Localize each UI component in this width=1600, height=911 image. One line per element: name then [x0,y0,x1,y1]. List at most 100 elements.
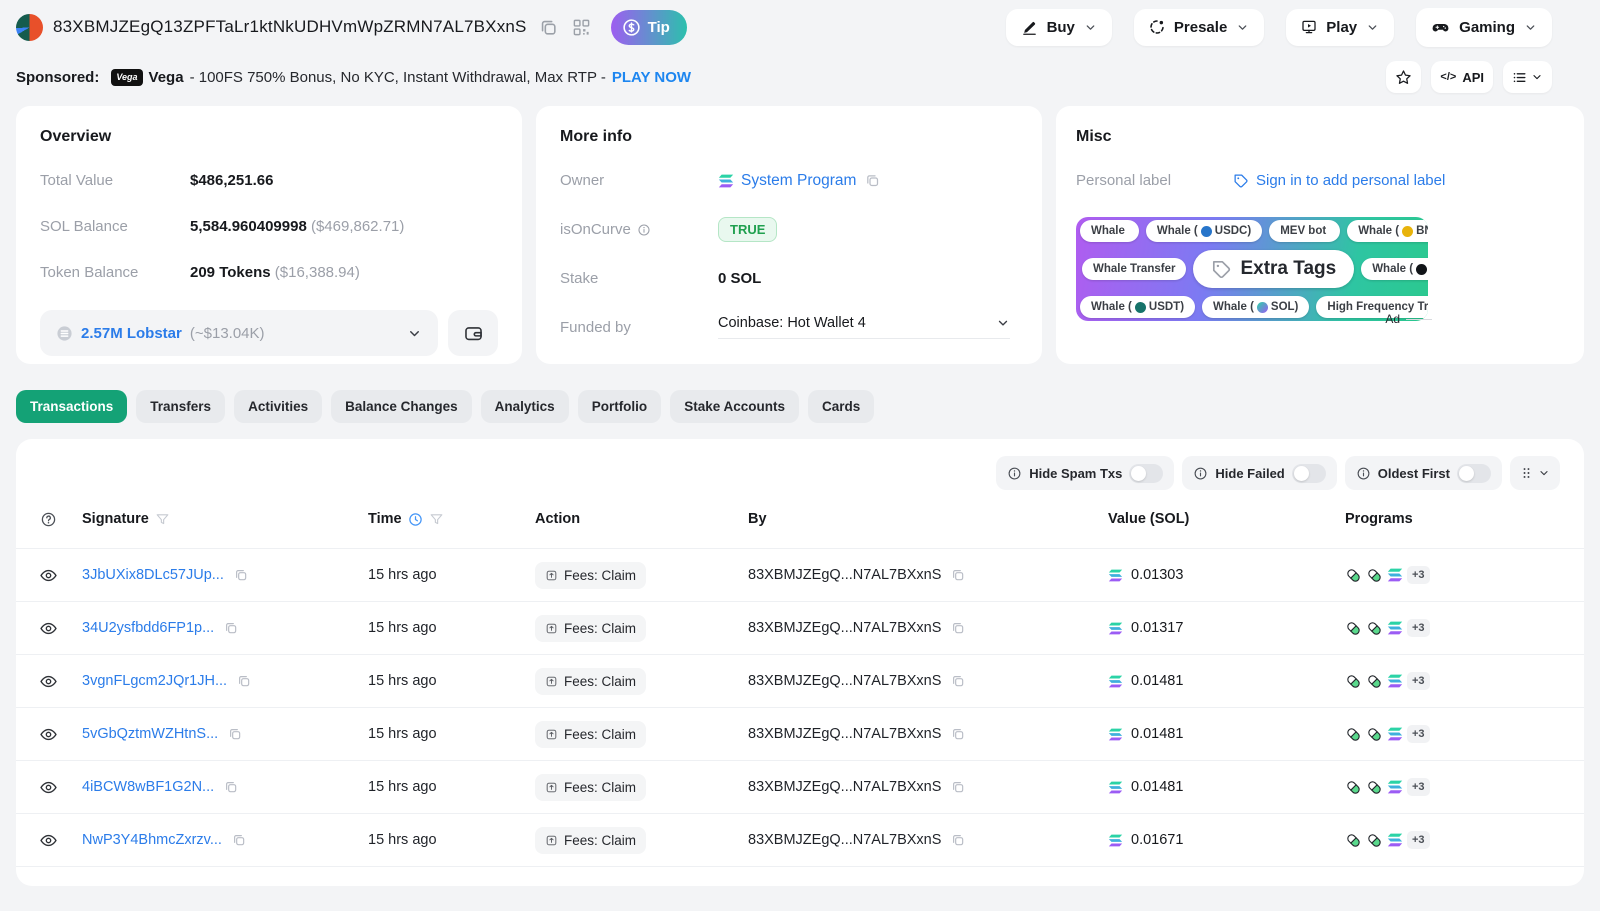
api-button[interactable]: </> API [1431,61,1493,93]
nav-gaming-button[interactable]: Gaming [1416,8,1552,47]
tab-balance-changes[interactable]: Balance Changes [331,390,472,423]
signature-link[interactable]: 4iBCW8wBF1G2N... [82,779,214,795]
pump-program-icon[interactable] [1345,726,1362,743]
copy-icon[interactable] [949,672,967,690]
signature-link[interactable]: 34U2ysfbdd6FP1p... [82,620,214,636]
tab-cards[interactable]: Cards [808,390,874,423]
copy-icon[interactable] [949,831,967,849]
favorite-button[interactable] [1386,61,1421,93]
col-by: By [748,511,1108,527]
copy-icon[interactable] [949,778,967,796]
pump-program-icon[interactable] [1366,779,1383,796]
copy-icon[interactable] [222,619,240,637]
extra-tags-ad-banner[interactable]: Whale Whale (USDC) MEV bot Whale (BNSOL)… [1076,217,1428,321]
preview-eye-icon[interactable] [40,779,57,796]
tip-button[interactable]: Tip [611,10,687,45]
solana-program-icon[interactable] [1387,568,1403,582]
copy-icon[interactable] [230,831,248,849]
table-row: 3JbUXix8DLc57JUp... 15 hrs ago Fees: Cla… [16,548,1584,601]
tab-portfolio[interactable]: Portfolio [578,390,662,423]
help-icon[interactable] [40,511,82,528]
more-programs-badge[interactable]: +3 [1407,831,1430,849]
info-icon [1356,466,1371,481]
nav-buy-button[interactable]: Buy [1006,9,1112,46]
solana-program-icon[interactable] [1387,833,1403,847]
copy-icon[interactable] [863,171,882,190]
pump-program-icon[interactable] [1366,620,1383,637]
more-programs-badge[interactable]: +3 [1407,778,1430,796]
col-signature: Signature [82,511,149,527]
col-value: Value (SOL) [1108,511,1345,527]
hide-failed-toggle[interactable]: Hide Failed [1182,456,1336,490]
oldest-first-toggle[interactable]: Oldest First [1345,456,1502,490]
pump-program-icon[interactable] [1345,673,1362,690]
preview-eye-icon[interactable] [40,620,57,637]
nav-presale-button[interactable]: Presale [1134,9,1264,46]
owner-link[interactable]: System Program [741,172,856,190]
copy-icon[interactable] [949,725,967,743]
copy-icon[interactable] [949,566,967,584]
pump-program-icon[interactable] [1345,832,1362,849]
filter-icon[interactable] [155,512,170,527]
pump-program-icon[interactable] [1345,620,1362,637]
signature-link[interactable]: 3vgnFLgcm2JQr1JH... [82,673,227,689]
tab-stake-accounts[interactable]: Stake Accounts [670,390,799,423]
overview-card: Overview Total Value $486,251.66 SOL Bal… [16,106,522,364]
tab-transactions[interactable]: Transactions [16,390,127,423]
more-programs-badge[interactable]: +3 [1407,619,1430,637]
pump-program-icon[interactable] [1366,832,1383,849]
tab-analytics[interactable]: Analytics [481,390,569,423]
copy-icon[interactable] [232,566,250,584]
funded-by-dropdown[interactable]: Coinbase: Hot Wallet 4 [718,315,1010,339]
solana-program-icon[interactable] [1387,621,1403,635]
solana-program-icon[interactable] [1387,674,1403,688]
copy-address-button[interactable] [537,16,560,39]
pump-program-icon[interactable] [1345,779,1362,796]
pump-program-icon[interactable] [1366,673,1383,690]
table-row: 5vGbQztmWZHtnS... 15 hrs ago Fees: Claim… [16,707,1584,760]
toggle-switch[interactable] [1292,464,1326,483]
token-dropdown[interactable]: 2.57M Lobstar (~$13.04K) [40,310,438,356]
vega-logo[interactable]: Vega [111,69,142,86]
more-programs-badge[interactable]: +3 [1407,725,1430,743]
hide-spam-toggle[interactable]: Hide Spam Txs [996,456,1174,490]
clock-icon[interactable] [408,512,423,527]
copy-icon[interactable] [235,672,253,690]
toggle-switch[interactable] [1457,464,1491,483]
play-now-link[interactable]: PLAY NOW [612,69,691,86]
tab-activities[interactable]: Activities [234,390,322,423]
column-settings-button[interactable] [1510,456,1560,490]
copy-icon[interactable] [949,619,967,637]
solana-program-icon[interactable] [1387,780,1403,794]
pump-program-icon[interactable] [1366,567,1383,584]
preview-eye-icon[interactable] [40,726,57,743]
solana-program-icon[interactable] [1387,727,1403,741]
copy-icon[interactable] [226,725,244,743]
sign-in-link[interactable]: Sign in to add personal label [1233,172,1564,189]
tab-transfers[interactable]: Transfers [136,390,225,423]
qr-code-button[interactable] [570,16,593,39]
signature-link[interactable]: 3JbUXix8DLc57JUp... [82,567,224,583]
more-programs-badge[interactable]: +3 [1407,672,1430,690]
pump-program-icon[interactable] [1366,726,1383,743]
tag-icon [1211,259,1232,280]
preview-eye-icon[interactable] [40,567,57,584]
nav-play-button[interactable]: Play [1286,9,1394,46]
view-options-button[interactable] [1503,61,1552,93]
toggle-switch[interactable] [1129,464,1163,483]
signature-link[interactable]: NwP3Y4BhmcZxrzv... [82,832,222,848]
info-icon[interactable] [637,223,651,237]
time-value: 15 hrs ago [368,673,535,689]
buy-icon [1021,19,1038,36]
more-programs-badge[interactable]: +3 [1407,566,1430,584]
chevron-down-icon [1524,21,1537,34]
pump-program-icon[interactable] [1345,567,1362,584]
preview-eye-icon[interactable] [40,832,57,849]
wallet-portfolio-button[interactable] [448,310,498,356]
signature-link[interactable]: 5vGbQztmWZHtnS... [82,726,218,742]
sol-value: 0.01481 [1131,673,1183,689]
solana-icon [718,174,734,188]
filter-icon[interactable] [429,512,444,527]
copy-icon[interactable] [222,778,240,796]
preview-eye-icon[interactable] [40,673,57,690]
